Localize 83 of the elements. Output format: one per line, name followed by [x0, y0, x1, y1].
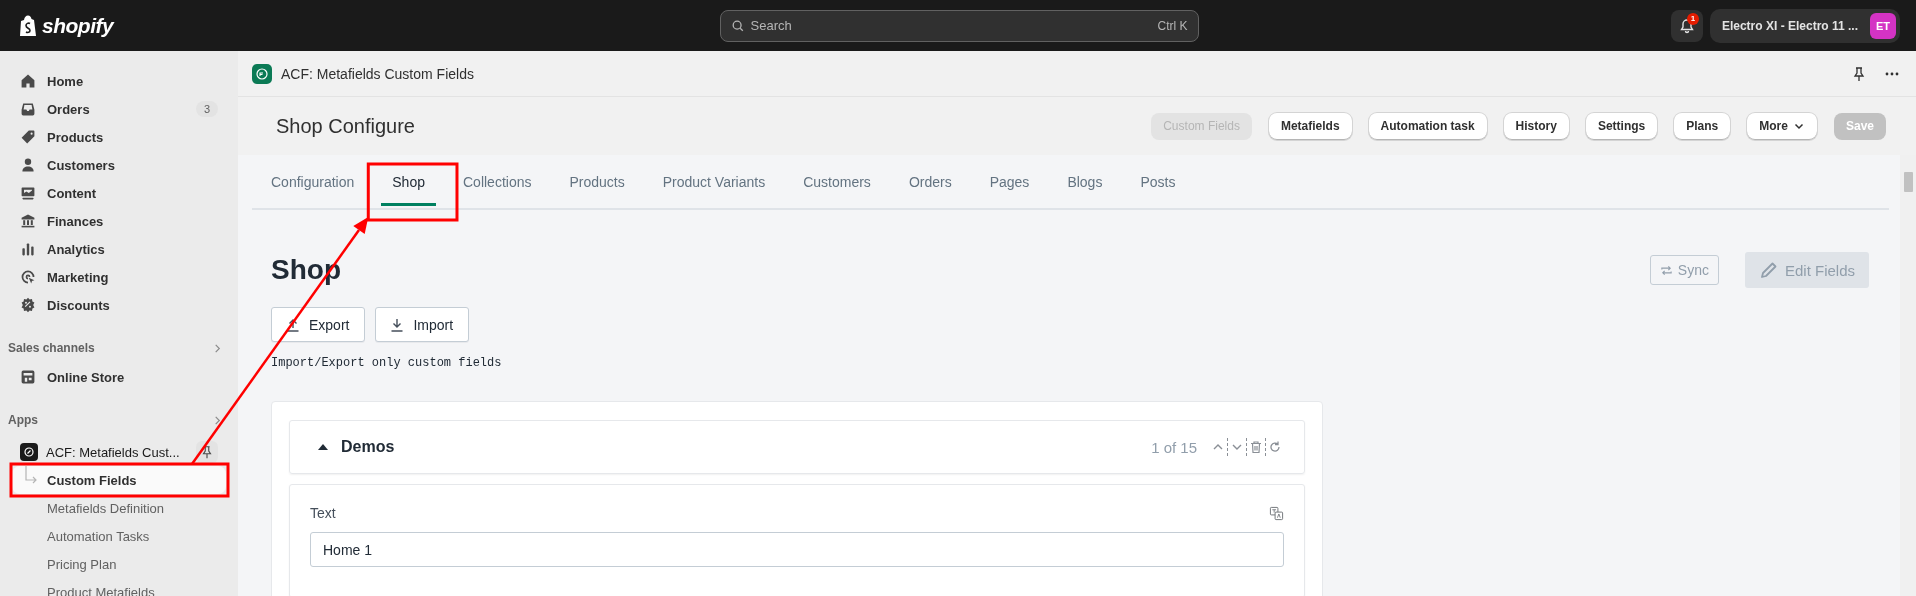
upload-icon — [286, 317, 300, 332]
search-input[interactable]: Search — [750, 11, 1152, 40]
export-button[interactable]: Export — [271, 307, 366, 342]
bar-chart-icon — [20, 241, 36, 257]
section-heading: Sales channels — [8, 341, 95, 355]
shopping-bag-icon — [18, 14, 38, 37]
translate-icon[interactable] — [1269, 505, 1284, 521]
nav-item[interactable]: Online Store — [12, 363, 226, 391]
nav-item[interactable]: Content — [12, 179, 226, 207]
tab[interactable]: Customers — [784, 155, 890, 208]
chevron-right-icon[interactable] — [213, 343, 222, 353]
branch-line-icon — [24, 466, 38, 484]
store-menu-button[interactable]: Electro XI - Electro 11 ... ET — [1709, 8, 1900, 43]
tab[interactable]: Products — [550, 155, 644, 208]
nav-item[interactable]: Orders 3 — [12, 95, 226, 123]
text-input[interactable]: Home 1 — [310, 532, 1284, 567]
inbox-icon — [20, 101, 36, 117]
logo-text: shopify — [42, 13, 114, 38]
section-heading: Apps — [8, 413, 38, 427]
header-button[interactable]: Metafields — [1268, 112, 1352, 140]
storefront-icon — [20, 369, 36, 385]
keyboard-shortcut: Ctrl K — [1157, 18, 1188, 33]
page-title: Shop Configure — [276, 114, 416, 138]
triangle-up-icon[interactable] — [318, 444, 328, 450]
monitor-icon — [20, 185, 36, 201]
tag-icon — [20, 129, 36, 145]
count-badge: 3 — [195, 101, 218, 117]
nav-item[interactable]: ACF: Metafields Cust... — [12, 438, 226, 466]
nav-item[interactable]: Finances — [12, 207, 226, 235]
header-button[interactable]: History — [1503, 112, 1569, 140]
header-button[interactable]: Settings — [1585, 112, 1658, 140]
app-icon — [252, 63, 272, 84]
tab[interactable]: Posts — [1121, 155, 1195, 208]
tab[interactable]: Pages — [970, 155, 1049, 208]
field-label: Text — [310, 505, 336, 521]
nav-item[interactable]: Analytics — [12, 235, 226, 263]
person-icon — [20, 157, 36, 173]
tab[interactable]: Configuration — [252, 155, 374, 208]
nav-item[interactable]: Discounts — [12, 291, 226, 319]
notification-badge: 1 — [1686, 12, 1699, 25]
import-button[interactable]: Import — [375, 307, 470, 342]
tab[interactable]: Collections — [444, 155, 551, 208]
search-field[interactable]: Search Ctrl K — [719, 9, 1199, 42]
tab[interactable]: Shop — [373, 155, 444, 208]
chevron-right-icon[interactable] — [213, 415, 222, 425]
group-header[interactable]: Demos 1 of 15 — [289, 420, 1305, 474]
tab[interactable]: Orders — [889, 155, 971, 208]
bell-icon — [1678, 17, 1695, 34]
tab[interactable]: Product Variants — [643, 155, 785, 208]
search-icon — [730, 18, 745, 33]
nav-item[interactable]: Customers — [12, 151, 226, 179]
nav-subitem[interactable]: Metafields Definition — [12, 494, 226, 522]
nav-item[interactable]: Marketing — [12, 263, 226, 291]
group-title: Demos — [341, 438, 396, 456]
scrollbar-thumb[interactable] — [1904, 172, 1913, 192]
bank-icon — [20, 213, 36, 229]
store-avatar: ET — [1870, 12, 1896, 39]
nav-subitem[interactable]: Pricing Plan — [12, 550, 226, 578]
header-button[interactable]: Automation task — [1368, 112, 1487, 140]
nav-item[interactable]: Home — [12, 67, 226, 95]
help-text: Import/Export only custom fields — [271, 356, 503, 370]
home-icon — [20, 73, 36, 89]
tab[interactable]: Blogs — [1048, 155, 1122, 208]
app-title: ACF: Metafields Custom Fields — [281, 65, 474, 82]
pin-icon — [1851, 65, 1867, 82]
item-position: 1 of 15 — [1151, 438, 1197, 456]
more-icon — [1884, 71, 1900, 76]
sync-icon — [1659, 263, 1673, 277]
header-button[interactable]: Plans — [1674, 112, 1731, 140]
menu-button[interactable]: More — [1747, 112, 1817, 140]
target-icon — [20, 269, 36, 285]
nav-subitem[interactable]: Custom Fields — [12, 466, 226, 494]
pencil-icon — [1758, 260, 1779, 280]
trash-icon[interactable] — [1249, 440, 1263, 454]
nav-subitem[interactable]: Product Metafields — [12, 578, 226, 596]
nav-subitem[interactable]: Automation Tasks — [12, 522, 226, 550]
pin-icon — [200, 445, 214, 459]
refresh-icon[interactable] — [1268, 440, 1282, 454]
app-icon — [20, 443, 38, 461]
percent-badge-icon — [20, 297, 36, 313]
nav-item[interactable]: Products — [12, 123, 226, 151]
notifications-button[interactable]: 1 — [1670, 9, 1703, 42]
download-icon — [390, 317, 405, 332]
